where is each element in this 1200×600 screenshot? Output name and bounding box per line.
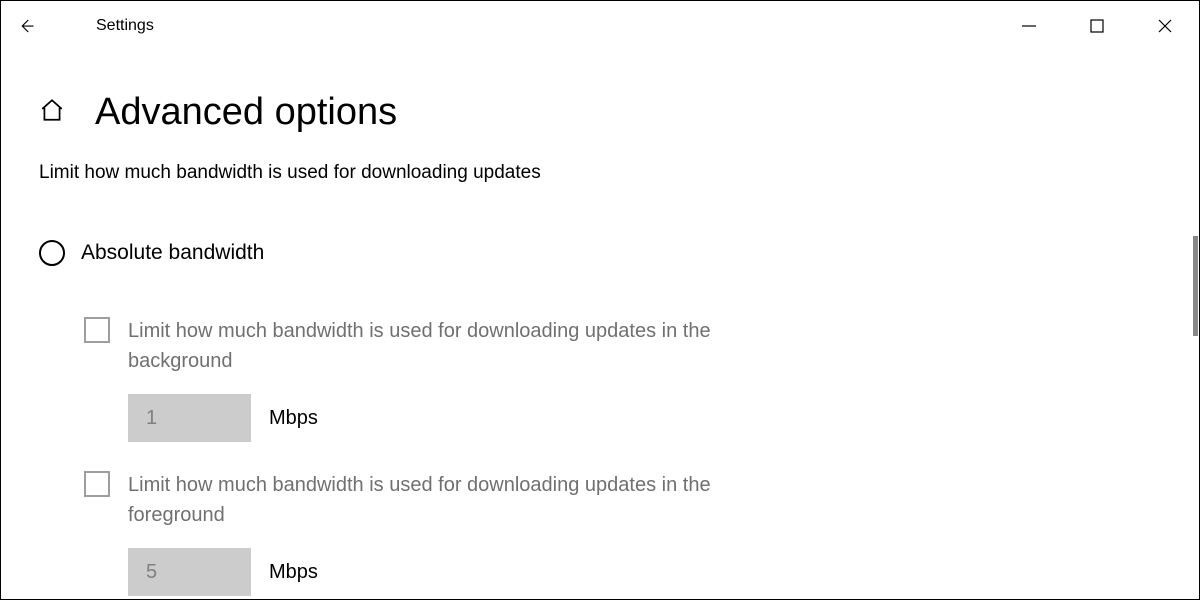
home-icon[interactable] — [39, 97, 65, 128]
minimize-icon — [1022, 19, 1036, 33]
input-row-background: Mbps — [128, 394, 1161, 442]
back-button[interactable] — [1, 1, 51, 51]
checkbox-label-foreground: Limit how much bandwidth is used for dow… — [128, 470, 808, 530]
checkbox-background-limit[interactable]: Limit how much bandwidth is used for dow… — [84, 316, 1161, 376]
checkbox-label-background: Limit how much bandwidth is used for dow… — [128, 316, 808, 376]
page-heading: Advanced options — [39, 91, 1161, 134]
scrollbar-thumb[interactable] — [1193, 236, 1198, 336]
radio-icon — [39, 240, 65, 266]
minimize-button[interactable] — [995, 1, 1063, 51]
checkbox-icon — [84, 317, 110, 343]
input-row-foreground: Mbps — [128, 548, 1161, 596]
back-arrow-icon — [17, 17, 35, 35]
sub-options: Limit how much bandwidth is used for dow… — [84, 316, 1161, 596]
maximize-button[interactable] — [1063, 1, 1131, 51]
page-title: Advanced options — [95, 91, 397, 134]
background-bandwidth-input[interactable] — [128, 394, 251, 442]
checkbox-icon — [84, 471, 110, 497]
radio-absolute-bandwidth[interactable]: Absolute bandwidth — [39, 240, 1161, 266]
close-button[interactable] — [1131, 1, 1199, 51]
unit-label-background: Mbps — [269, 407, 318, 430]
window-controls — [995, 1, 1199, 51]
window-title: Settings — [96, 17, 154, 35]
maximize-icon — [1090, 19, 1104, 33]
section-description: Limit how much bandwidth is used for dow… — [39, 162, 1161, 184]
checkbox-foreground-limit[interactable]: Limit how much bandwidth is used for dow… — [84, 470, 1161, 530]
unit-label-foreground: Mbps — [269, 561, 318, 584]
content-area: Advanced options Limit how much bandwidt… — [1, 91, 1199, 596]
foreground-bandwidth-input[interactable] — [128, 548, 251, 596]
close-icon — [1158, 19, 1172, 33]
radio-label: Absolute bandwidth — [81, 241, 264, 265]
titlebar: Settings — [1, 1, 1199, 51]
